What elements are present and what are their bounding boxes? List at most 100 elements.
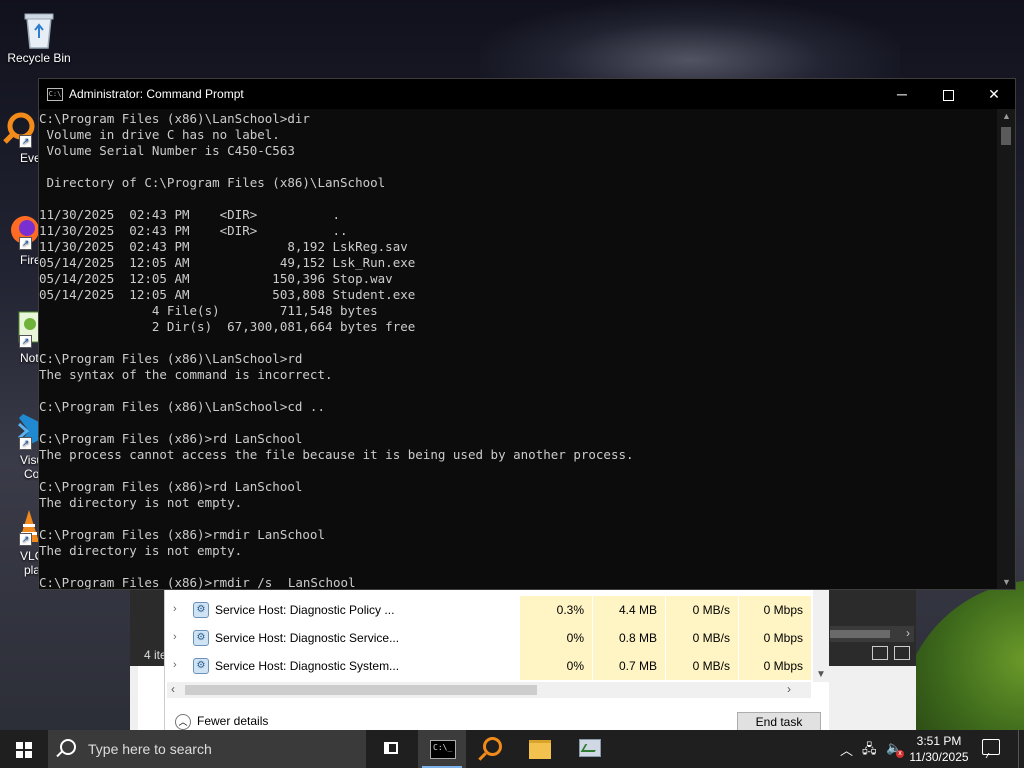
console-line: The syntax of the command is incorrect. [39,367,333,382]
console-line: C:\Program Files (x86)\LanSchool>cd .. [39,399,325,414]
expand-chevron-icon[interactable]: › [173,631,177,643]
search-icon [60,739,76,755]
console-line: Volume in drive C has no label. [46,127,280,142]
scroll-right-arrow-icon[interactable]: › [787,682,791,696]
task-manager-icon [579,739,601,757]
task-manager-left-margin [138,666,164,730]
start-button[interactable] [0,730,48,768]
expand-chevron-icon[interactable]: › [173,603,177,615]
current-command-line[interactable]: C:\Program Files (x86)>rmdir /s LanSchoo… [39,575,356,589]
console-line: C:\Program Files (x86)\LanSchool>rd [39,351,303,366]
scrollbar-thumb[interactable] [185,685,537,695]
windows-logo-icon [16,742,32,758]
network-cell: 0 Mbps [738,596,811,624]
scroll-down-arrow-icon[interactable]: ▼ [1002,577,1011,587]
process-name: Service Host: Diagnostic System... [215,659,400,673]
recycle-bin-icon [19,8,59,49]
shortcut-arrow-icon: ↗ [19,135,32,148]
show-desktop-button[interactable] [1018,730,1024,768]
process-name: Service Host: Diagnostic Service... [215,631,400,645]
console-vertical-scrollbar[interactable]: ▲ ▼ [997,109,1015,589]
taskbar-search-box[interactable]: Type here to search [48,730,366,768]
console-line: Directory of C:\Program Files (x86)\LanS… [46,175,386,190]
cpu-cell: 0% [519,624,592,652]
fewer-details-label: Fewer details [197,714,269,729]
command-text: C:\Program Files (x86)>rmdir /s [39,575,280,589]
process-list-horizontal-scrollbar[interactable]: ‹ › [167,682,811,698]
table-row[interactable]: › ⚙ Service Host: Diagnostic Policy ... … [165,596,829,624]
fewer-details-toggle[interactable]: ︿ Fewer details [175,714,268,730]
scrollbar-thumb[interactable] [1001,127,1011,145]
network-icon[interactable]: 🖧 [862,740,877,762]
firefox-icon: ↗ [0,210,39,250]
vlc-icon: ↗ [0,506,39,546]
console-line: 4 File(s) 711,548 bytes [151,303,378,318]
green-hill [900,580,1024,730]
service-gear-icon: ⚙ [193,630,209,646]
service-gear-icon: ⚙ [193,658,209,674]
end-task-button[interactable]: End task [737,712,821,732]
icons-view-icon[interactable] [894,646,910,660]
expand-chevron-icon[interactable]: › [173,659,177,671]
disk-cell: 0 MB/s [665,624,738,652]
maximize-button[interactable] [925,79,971,109]
close-button[interactable]: ✕ [971,79,1017,109]
console-line: 11/30/2025 02:43 PM <DIR> .. [39,223,348,238]
chevron-up-icon: ︿ [175,714,191,730]
task-view-button[interactable] [368,730,416,768]
cpu-cell: 0.3% [519,596,592,624]
taskbar-everything[interactable] [468,730,516,768]
console-line: 11/30/2025 02:43 PM <DIR> . [39,207,341,222]
minimize-button[interactable]: ─ [879,79,925,109]
command-prompt-window[interactable]: C:\ Administrator: Command Prompt ─ ✕ C:… [38,78,1016,590]
console-line: C:\Program Files (x86)>rd LanSchool [39,479,303,494]
file-explorer-icon [529,740,551,759]
console-line: 2 Dir(s) 67,300,081,664 bytes free [151,319,416,334]
taskbar: Type here to search C:\_ ︿ 🖧 🔈 x 3:51 PM… [0,730,1024,768]
details-view-icon[interactable] [872,646,888,660]
command-text-after-cursor: LanSchool [287,575,356,589]
console-line: The directory is not empty. [39,495,243,510]
view-toggle-buttons[interactable] [866,646,912,662]
network-cell: 0 Mbps [738,652,811,680]
task-manager-horizontal-scrollbar[interactable]: › [830,626,914,642]
task-view-icon [384,742,398,754]
cpu-cell: 0% [519,652,592,680]
console-line: C:\Program Files (x86)\LanSchool>dir [39,111,310,126]
console-line: The process cannot access the file becau… [39,447,634,462]
show-hidden-icons-chevron-icon[interactable]: ︿ [840,740,853,759]
console-line: 11/30/2025 02:43 PM 8,192 LskReg.sav [39,239,408,254]
network-cell: 0 Mbps [738,624,811,652]
scroll-right-arrow-icon[interactable]: › [906,626,910,640]
action-center-icon[interactable] [982,739,1000,755]
process-list-vertical-scrollbar[interactable]: ▼ [813,590,829,682]
taskbar-command-prompt[interactable]: C:\_ [418,730,466,768]
taskbar-task-manager[interactable] [566,730,614,768]
clock-date: 11/30/2025 [909,750,969,764]
table-row[interactable]: › ⚙ Service Host: Diagnostic Service... … [165,624,829,652]
console-text: C:\Program Files (x86)\LanSchool>dir Vol… [39,109,997,589]
shortcut-arrow-icon: ↗ [19,237,32,250]
process-name: Service Host: Diagnostic Policy ... [215,603,395,617]
taskbar-clock[interactable]: 3:51 PM 11/30/2025 [904,733,974,765]
disk-cell: 0 MB/s [665,652,738,680]
window-title: Administrator: Command Prompt [69,87,244,101]
service-gear-icon: ⚙ [193,602,209,618]
memory-cell: 0.8 MB [592,624,665,652]
console-line: C:\Program Files (x86)>rd LanSchool [39,431,303,446]
command-prompt-icon: C:\ [47,88,63,101]
title-bar[interactable]: C:\ Administrator: Command Prompt ─ ✕ [39,79,1015,109]
table-row[interactable]: › ⚙ Service Host: Diagnostic System... 0… [165,652,829,680]
scroll-down-arrow-icon[interactable]: ▼ [816,669,826,680]
shortcut-arrow-icon: ↗ [19,533,32,546]
desktop-icon-recycle-bin[interactable]: Recycle Bin [0,8,78,65]
memory-cell: 4.4 MB [592,596,665,624]
console-output[interactable]: C:\Program Files (x86)\LanSchool>dir Vol… [39,109,997,589]
scroll-left-arrow-icon[interactable]: ‹ [171,682,175,696]
scroll-up-arrow-icon[interactable]: ▲ [1002,111,1011,121]
shortcut-arrow-icon: ↗ [19,437,32,450]
memory-cell: 0.7 MB [592,652,665,680]
console-line: 05/14/2025 12:05 AM 503,808 Student.exe [39,287,416,302]
scrollbar-thumb[interactable] [830,630,890,638]
taskbar-file-explorer[interactable] [516,730,564,768]
